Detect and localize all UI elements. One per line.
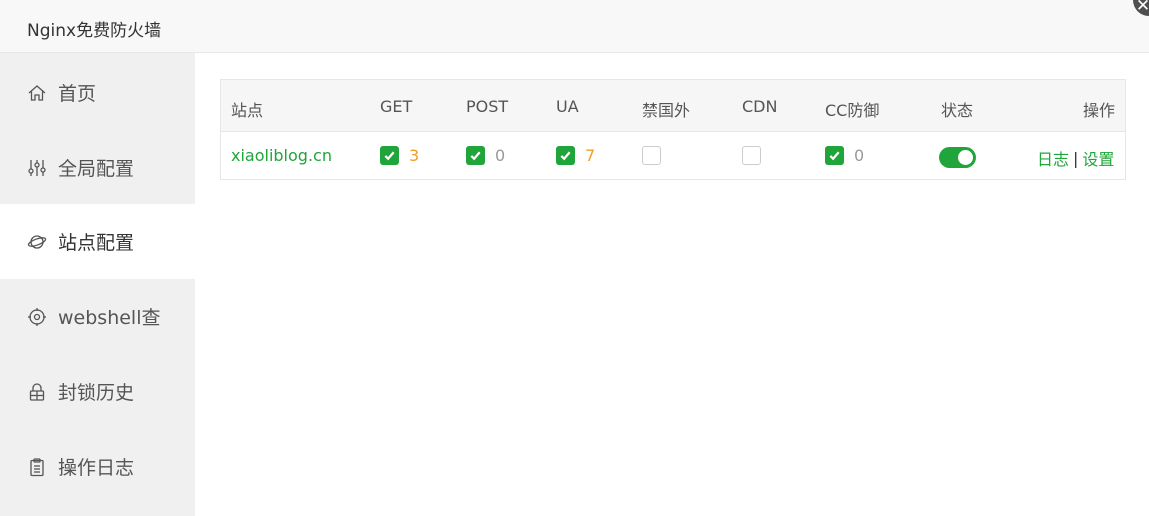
sidebar-item-label: 封锁历史 (58, 382, 135, 404)
lock-icon (26, 381, 48, 403)
ops-separator: | (1073, 148, 1079, 168)
table-header: 站点 GET POST UA 禁国外 CDN CC防御 状态 操作 (221, 80, 1125, 132)
column-header-ua: UA (556, 97, 579, 116)
get-count: 3 (409, 146, 420, 165)
cc-checkbox[interactable] (825, 146, 844, 165)
get-checkbox[interactable] (380, 146, 399, 165)
sidebar: 首页 全局配置 站点配置 webshell查 封锁历史 操作日志 (0, 53, 195, 516)
site-table: 站点 GET POST UA 禁国外 CDN CC防御 状态 操作 xiaoli… (220, 79, 1126, 180)
sidebar-item-site-config[interactable]: 站点配置 (0, 204, 195, 279)
column-header-get: GET (380, 97, 413, 116)
settings-link[interactable]: 设置 (1082, 146, 1114, 170)
foreign-checkbox[interactable] (642, 146, 661, 165)
checkmark-icon (829, 151, 840, 161)
site-cell: xiaoliblog.cn (231, 146, 332, 165)
toggle-knob (958, 150, 973, 165)
ua-cell: 7 (556, 146, 595, 165)
close-button[interactable]: ✕ (1133, 0, 1149, 16)
column-header-ops: 操作 (1083, 101, 1116, 120)
sidebar-item-block-history[interactable]: 封锁历史 (0, 354, 195, 429)
post-count: 0 (495, 146, 506, 165)
sidebar-item-label: webshell查 (58, 307, 161, 329)
sidebar-item-webshell[interactable]: webshell查 (0, 279, 195, 354)
cc-cell: 0 (825, 146, 864, 165)
ua-checkbox[interactable] (556, 146, 575, 165)
site-link[interactable]: xiaoliblog.cn (231, 146, 332, 165)
firewall-window: Nginx免费防火墙 ✕ 首页 全局配置 站点配置 webshell查 封锁历史… (0, 0, 1149, 516)
sidebar-item-operation-log[interactable]: 操作日志 (0, 429, 195, 504)
checkmark-icon (384, 151, 395, 161)
target-icon (26, 306, 48, 328)
sidebar-item-global-config[interactable]: 全局配置 (0, 130, 195, 205)
clipboard-icon (26, 456, 48, 478)
cdn-checkbox[interactable] (742, 146, 761, 165)
status-cell (939, 147, 976, 168)
column-header-cc: CC防御 (825, 101, 880, 120)
column-header-status: 状态 (941, 101, 974, 120)
sidebar-item-home[interactable]: 首页 (0, 55, 195, 130)
checkmark-icon (560, 151, 571, 161)
ops-cell: 日志 | 设置 (1037, 146, 1114, 170)
sidebar-item-label: 站点配置 (58, 232, 135, 254)
ua-count: 7 (585, 146, 596, 165)
get-cell: 3 (380, 146, 419, 165)
foreign-cell (642, 146, 671, 165)
cdn-cell (742, 146, 771, 165)
sidebar-item-label: 操作日志 (58, 457, 135, 479)
status-toggle[interactable] (939, 147, 976, 168)
column-header-site: 站点 (231, 101, 264, 120)
column-header-post: POST (466, 97, 509, 116)
sidebar-item-label: 全局配置 (58, 158, 135, 180)
home-icon (26, 82, 48, 104)
table-row: xiaoliblog.cn 3 0 7 0 日志 | 设置 (221, 132, 1125, 179)
globe-icon (26, 231, 48, 253)
close-icon: ✕ (1135, 0, 1149, 16)
checkmark-icon (470, 151, 481, 161)
sliders-icon (26, 157, 48, 179)
column-header-foreign: 禁国外 (642, 101, 691, 120)
post-checkbox[interactable] (466, 146, 485, 165)
post-cell: 0 (466, 146, 505, 165)
title-bar: Nginx免费防火墙 ✕ (0, 0, 1149, 53)
cc-count: 0 (854, 146, 865, 165)
log-link[interactable]: 日志 (1037, 146, 1069, 170)
window-title: Nginx免费防火墙 (27, 21, 162, 41)
sidebar-item-label: 首页 (58, 83, 97, 105)
column-header-cdn: CDN (742, 97, 778, 116)
